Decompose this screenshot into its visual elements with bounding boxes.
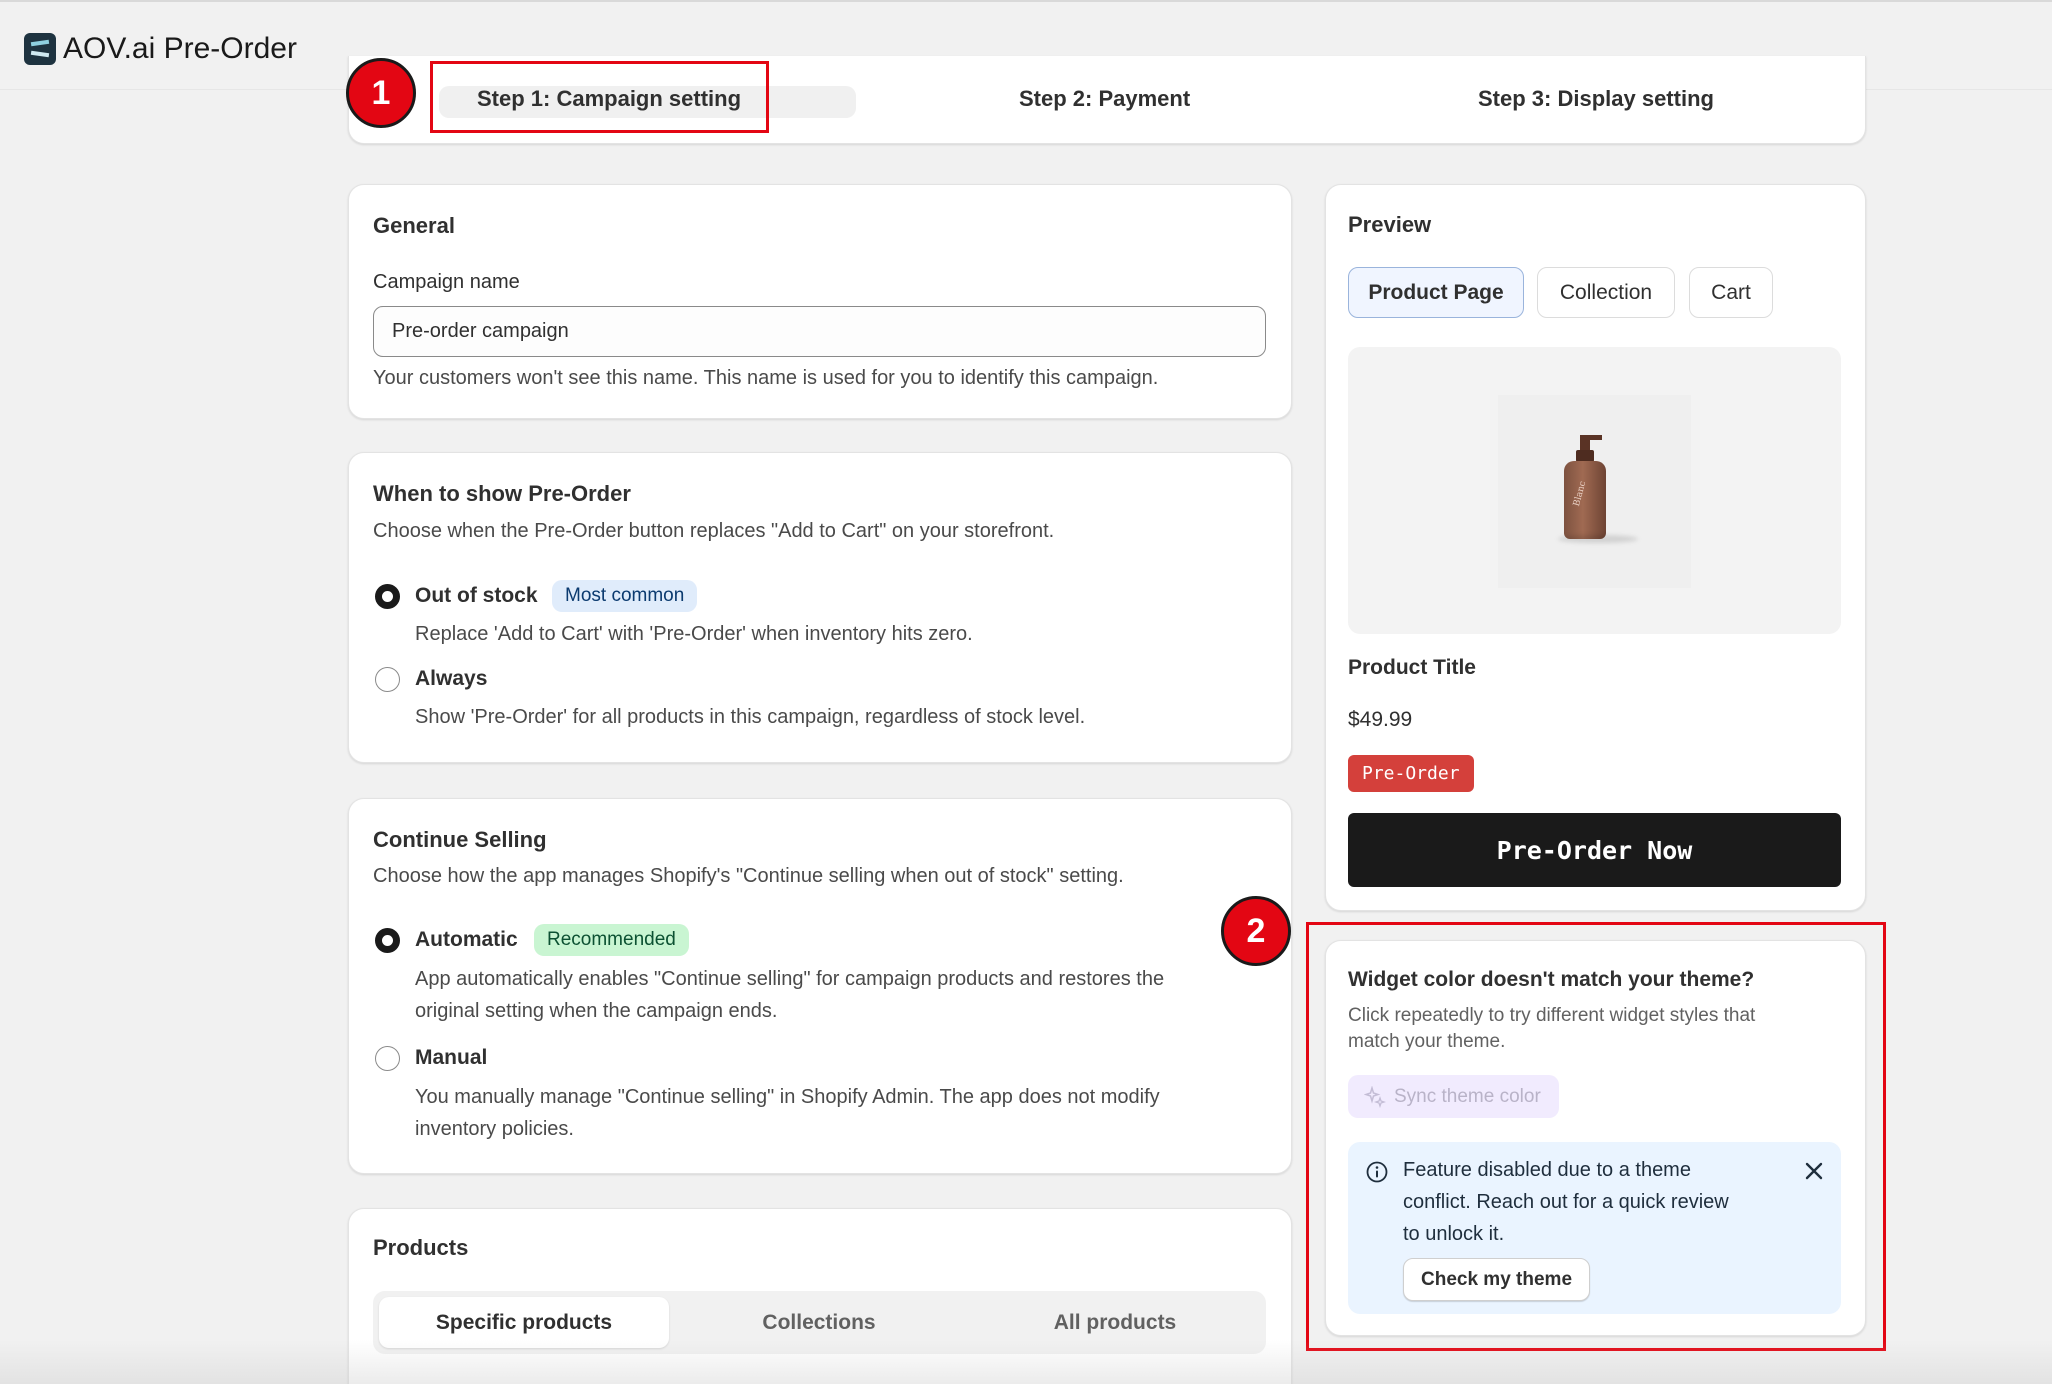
general-card: General Campaign name Pre-order campaign… bbox=[348, 184, 1292, 419]
annotation-box-2 bbox=[1306, 922, 1886, 1351]
continue-selling-card: Continue Selling Choose how the app mana… bbox=[348, 798, 1292, 1174]
product-price: $49.99 bbox=[1348, 708, 1413, 731]
general-title: General bbox=[373, 213, 455, 238]
preview-tab-collection[interactable]: Collection bbox=[1537, 267, 1675, 318]
bottle-shadow bbox=[1558, 535, 1638, 543]
radio-out-of-stock[interactable] bbox=[375, 584, 400, 609]
preorder-now-button[interactable]: Pre-Order Now bbox=[1348, 813, 1841, 887]
out-of-stock-label[interactable]: Out of stock bbox=[415, 584, 538, 608]
always-help: Show 'Pre-Order' for all products in thi… bbox=[415, 706, 1086, 728]
manual-label[interactable]: Manual bbox=[415, 1046, 487, 1070]
when-to-show-card: When to show Pre-Order Choose when the P… bbox=[348, 452, 1292, 763]
campaign-name-help: Your customers won't see this name. This… bbox=[373, 367, 1159, 389]
continue-selling-description: Choose how the app manages Shopify's "Co… bbox=[373, 865, 1124, 887]
when-to-show-title: When to show Pre-Order bbox=[373, 481, 631, 506]
product-image-frame: Blanc bbox=[1498, 395, 1691, 588]
app-logo-icon bbox=[24, 33, 56, 65]
manual-help-line2: inventory policies. bbox=[415, 1118, 574, 1140]
radio-manual[interactable] bbox=[375, 1046, 400, 1071]
preview-tab-product-page[interactable]: Product Page bbox=[1348, 267, 1524, 318]
campaign-name-input[interactable]: Pre-order campaign bbox=[373, 306, 1266, 357]
app-title: AOV.ai Pre-Order bbox=[63, 32, 297, 65]
automatic-help-line2: original setting when the campaign ends. bbox=[415, 1000, 778, 1022]
bottle-nozzle bbox=[1586, 435, 1602, 440]
out-of-stock-help: Replace 'Add to Cart' with 'Pre-Order' w… bbox=[415, 623, 973, 645]
preview-title: Preview bbox=[1348, 212, 1432, 237]
manual-help-line1: You manually manage "Continue selling" i… bbox=[415, 1086, 1160, 1108]
continue-selling-title: Continue Selling bbox=[373, 827, 547, 852]
product-image: Blanc bbox=[1348, 347, 1841, 634]
most-common-badge: Most common bbox=[552, 580, 698, 612]
annotation-marker-1: 1 bbox=[346, 58, 416, 128]
always-label[interactable]: Always bbox=[415, 667, 487, 691]
campaign-name-label: Campaign name bbox=[373, 271, 520, 293]
preview-card: Preview Product Page Collection Cart Bla… bbox=[1325, 184, 1866, 911]
automatic-help-line1: App automatically enables "Continue sell… bbox=[415, 968, 1165, 990]
radio-automatic[interactable] bbox=[375, 928, 400, 953]
automatic-label[interactable]: Automatic bbox=[415, 928, 518, 952]
products-title: Products bbox=[373, 1235, 469, 1260]
when-to-show-description: Choose when the Pre-Order button replace… bbox=[373, 520, 1055, 542]
step-display-setting[interactable]: Step 3: Display setting bbox=[1478, 86, 1714, 112]
step-payment[interactable]: Step 2: Payment bbox=[1019, 86, 1190, 112]
preorder-tag: Pre-Order bbox=[1348, 755, 1474, 792]
annotation-marker-2: 2 bbox=[1221, 896, 1291, 966]
annotation-box-1 bbox=[430, 61, 769, 133]
preview-tab-cart[interactable]: Cart bbox=[1689, 267, 1773, 318]
bottom-fade bbox=[0, 1340, 2052, 1384]
product-title: Product Title bbox=[1348, 656, 1476, 679]
campaign-name-value: Pre-order campaign bbox=[392, 320, 569, 342]
recommended-badge: Recommended bbox=[534, 924, 689, 956]
radio-always[interactable] bbox=[375, 667, 400, 692]
